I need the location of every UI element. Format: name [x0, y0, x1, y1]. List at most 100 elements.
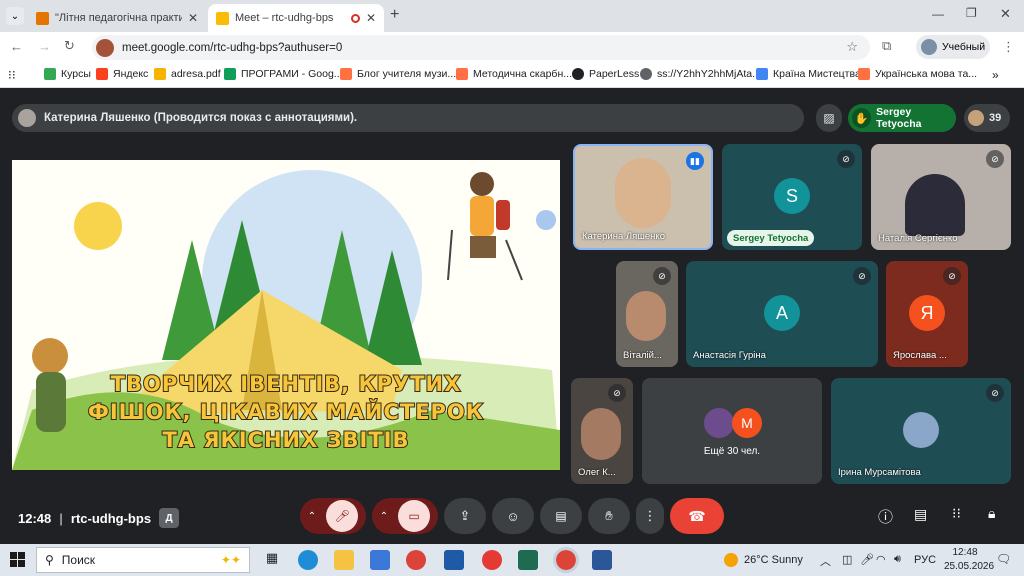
- language-indicator[interactable]: РУС: [914, 554, 936, 566]
- bookmark-item[interactable]: Яндекс: [96, 68, 148, 80]
- hide-presentation-button[interactable]: ▨: [816, 104, 842, 132]
- captions-button[interactable]: ▤: [540, 498, 582, 534]
- taskbar-search-input[interactable]: ⚲ Поиск ✦✦: [36, 547, 250, 573]
- participant-tile[interactable]: ⊘ Віталій...: [616, 261, 678, 367]
- chrome-active-icon[interactable]: [553, 547, 579, 573]
- clock[interactable]: 12:48 25.05.2026: [944, 546, 994, 574]
- restore-icon[interactable]: ❐: [966, 6, 977, 20]
- app-icon[interactable]: [518, 550, 538, 570]
- reactions-button[interactable]: ☺: [492, 498, 534, 534]
- store-icon[interactable]: [370, 550, 390, 570]
- more-options-button[interactable]: ⋮: [636, 498, 664, 534]
- file-explorer-icon[interactable]: [334, 550, 354, 570]
- video-feed: [905, 174, 965, 236]
- raise-hand-button[interactable]: ✋︎: [588, 498, 630, 534]
- meet-stage: Катерина Ляшенко (Проводится показ с анн…: [0, 88, 1024, 544]
- site-info-icon[interactable]: [96, 38, 114, 57]
- host-name-chip: Sergey Tetyocha: [727, 230, 815, 246]
- close-tab-icon[interactable]: ✕: [188, 11, 198, 25]
- tray-chevron-up-icon[interactable]: ︿: [820, 553, 831, 569]
- captions-icon: ▤: [555, 509, 567, 523]
- camera-control[interactable]: ⌃ ▭: [372, 498, 438, 534]
- back-arrow-icon[interactable]: ←: [10, 39, 23, 54]
- apps-grid-icon[interactable]: ⁝⁝: [8, 68, 16, 82]
- weather-text[interactable]: 26°C Sunny: [744, 554, 803, 566]
- tab-search-button[interactable]: ⌄: [6, 7, 24, 25]
- close-window-icon[interactable]: ✕: [1000, 6, 1011, 22]
- bookmark-item[interactable]: adresa.pdf: [154, 68, 221, 80]
- forward-arrow-icon[interactable]: →: [38, 39, 51, 54]
- minimize-icon[interactable]: —: [932, 7, 944, 21]
- avatar: [18, 109, 36, 127]
- edge-icon[interactable]: [298, 550, 318, 570]
- bookmark-item[interactable]: Методична скарбн...: [456, 68, 572, 80]
- participant-tile[interactable]: ⊘ Олег К...: [571, 378, 633, 484]
- bookmark-item[interactable]: ПРОГРАМИ - Goog...: [224, 68, 343, 80]
- host-controls-button[interactable]: 🔒︎: [988, 505, 995, 522]
- meeting-details-icon[interactable]: Д: [159, 508, 180, 528]
- microphone-tray-icon[interactable]: 🎤︎: [860, 553, 874, 566]
- profile-chip[interactable]: Учебный: [916, 35, 990, 59]
- participant-tile[interactable]: ⊘ Ірина Мурсамітова: [831, 378, 1011, 484]
- emoji-icon: ☺: [506, 508, 520, 524]
- more-bookmarks-icon[interactable]: »: [992, 68, 999, 82]
- yandex-browser-icon[interactable]: [482, 550, 502, 570]
- notifications-icon[interactable]: 🗨︎: [996, 552, 1011, 566]
- browser-menu-icon[interactable]: ⋮: [1002, 39, 1015, 55]
- reload-icon[interactable]: ↻: [64, 38, 75, 54]
- volume-icon[interactable]: 🔊︎: [894, 553, 901, 566]
- tab-practice[interactable]: "Літня педагогічна практика 2 ✕: [28, 4, 206, 32]
- microphone-control[interactable]: ⌃ 🎤︎: [300, 498, 366, 534]
- leave-call-button[interactable]: ☎︎: [670, 498, 724, 534]
- task-view-icon[interactable]: ▦: [262, 550, 282, 570]
- chrome-icon[interactable]: [406, 550, 426, 570]
- mic-off-icon[interactable]: 🎤︎: [326, 500, 359, 532]
- participants-count-chip[interactable]: 39: [964, 104, 1010, 132]
- host-raised-hand-chip[interactable]: ✋ Sergey Tetyocha: [848, 104, 956, 132]
- wifi-icon[interactable]: ◠: [876, 553, 886, 566]
- bookmark-star-icon[interactable]: ☆: [846, 39, 858, 55]
- present-screen-button[interactable]: ⇪: [444, 498, 486, 534]
- participant-tile[interactable]: Я ⊘ Ярослава ...: [886, 261, 968, 367]
- avatar: [903, 412, 939, 448]
- mic-off-icon: ⊘: [853, 267, 871, 285]
- bookmark-item[interactable]: ss://Y2hhY2hhMjAta...: [640, 68, 761, 80]
- word-icon[interactable]: [592, 550, 612, 570]
- save-disk-icon[interactable]: [444, 550, 464, 570]
- participant-tile[interactable]: А ⊘ Анастасія Гуріна: [686, 261, 878, 367]
- participant-tile[interactable]: S ⊘ Sergey Tetyocha: [722, 144, 862, 250]
- extensions-icon[interactable]: ⧉: [882, 38, 891, 54]
- more-participants-tile[interactable]: M Ещё 30 чел.: [642, 378, 822, 484]
- activities-button[interactable]: ⁝⁝: [952, 505, 961, 522]
- more-vert-icon: ⋮: [643, 508, 657, 523]
- meeting-details-button[interactable]: ⓘ: [878, 506, 893, 527]
- bookmark-item[interactable]: Країна Мистецтва: [756, 68, 861, 80]
- hang-up-icon: ☎︎: [688, 507, 706, 524]
- camera-off-icon[interactable]: ▭: [398, 500, 431, 532]
- bookmark-item[interactable]: Курсы: [44, 68, 91, 80]
- chevron-up-icon[interactable]: ⌃: [308, 511, 316, 522]
- chat-button[interactable]: ▤: [914, 506, 927, 523]
- slides-favicon-icon: [36, 11, 49, 25]
- tab-meet[interactable]: Meet – rtc-udhg-bps ✕: [208, 4, 384, 32]
- presenter-bar: Катерина Ляшенко (Проводится показ с анн…: [12, 104, 804, 132]
- bookmark-item[interactable]: Українська мова та...: [858, 68, 977, 80]
- start-button-icon[interactable]: [10, 552, 25, 567]
- present-icon: ⇪: [459, 508, 471, 523]
- avatar: M: [732, 408, 762, 438]
- avatar: [704, 408, 734, 438]
- participant-tile[interactable]: ⊘ Наталія Сергієнко: [871, 144, 1011, 250]
- network-icon[interactable]: ◫: [842, 553, 852, 566]
- bookmark-item[interactable]: PaperLess: [572, 68, 639, 80]
- chevron-up-icon[interactable]: ⌃: [380, 511, 388, 522]
- info-icon: ⓘ: [878, 509, 894, 526]
- mic-off-icon: ⊘: [608, 384, 626, 402]
- hand-icon: ✋︎: [605, 508, 613, 523]
- participant-tile-speaking[interactable]: ▮▮ Катерина Ляшенко: [573, 144, 713, 250]
- mic-off-icon: ⊘: [837, 150, 855, 168]
- address-bar[interactable]: meet.google.com/rtc-udhg-bps?authuser=0 …: [92, 35, 870, 60]
- raise-hand-icon: ✋: [852, 108, 872, 128]
- new-tab-icon[interactable]: +: [390, 6, 399, 24]
- bookmark-item[interactable]: Блог учителя музи...: [340, 68, 456, 80]
- close-tab-icon[interactable]: ✕: [366, 11, 376, 25]
